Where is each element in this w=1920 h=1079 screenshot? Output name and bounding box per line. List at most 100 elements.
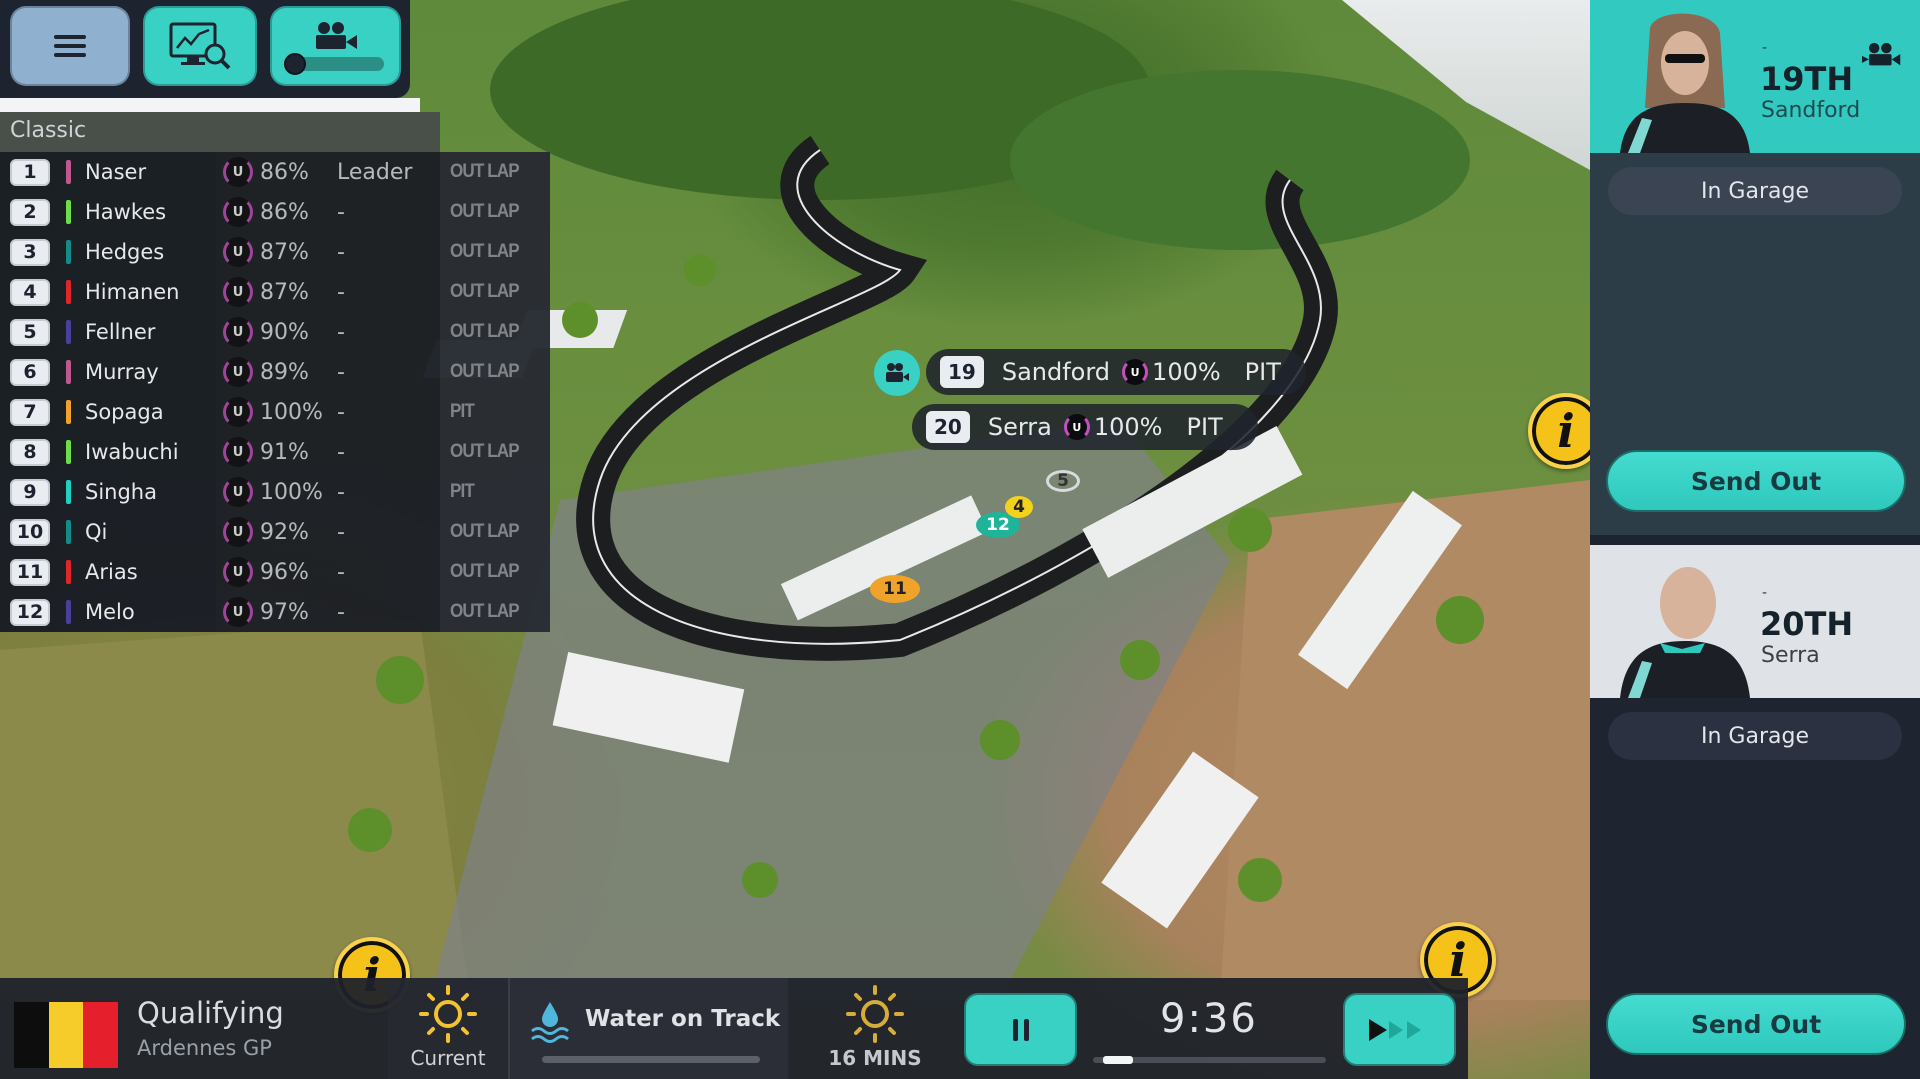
standings-row[interactable]: 10 Qi U 92% - OUT LAP — [0, 512, 550, 552]
lap-status: OUT LAP — [450, 441, 520, 462]
fast-forward-button[interactable] — [1343, 993, 1456, 1066]
lap-status: OUT LAP — [450, 521, 520, 542]
team-color-bar — [66, 240, 71, 264]
standings-row[interactable]: 9 Singha U 100% - PIT — [0, 472, 550, 512]
team-color-bar — [66, 480, 71, 504]
standings-row[interactable]: 2 Hawkes U 86% - OUT LAP — [0, 192, 550, 232]
lap-status: OUT LAP — [450, 201, 520, 222]
standings-row[interactable]: 11 Arias U 96% - OUT LAP — [0, 552, 550, 592]
tyre-compound-icon: U — [223, 557, 253, 587]
camera-zoom-slider[interactable] — [283, 53, 384, 75]
camera-button[interactable] — [270, 6, 401, 86]
monitor-chart-magnifier-icon — [169, 22, 231, 70]
send-out-button[interactable]: Send Out — [1606, 450, 1906, 512]
gap: - — [337, 599, 345, 625]
car-marker[interactable]: 11 — [870, 575, 920, 603]
tyre-condition: 91% — [260, 439, 309, 465]
session-name: Qualifying — [137, 996, 284, 1030]
driver-portrait — [1620, 13, 1750, 153]
car-number-badge: 20 — [926, 411, 970, 443]
standings-row[interactable]: 3 Hedges U 87% - OUT LAP — [0, 232, 550, 272]
driver-name: Hawkes — [85, 200, 167, 224]
position-badge: 1 — [10, 158, 50, 186]
driver-card-1: - 19TH Sandford In Garage Send Out — [1590, 0, 1920, 535]
tyre-compound-icon: U — [223, 517, 253, 547]
tyre-condition: 89% — [260, 359, 309, 385]
water-drop-waves-icon — [531, 1002, 569, 1043]
analysis-button[interactable] — [143, 6, 257, 86]
water-on-track-panel: Water on Track — [508, 978, 788, 1079]
hamburger-menu-icon — [54, 35, 86, 57]
position-badge: 7 — [10, 398, 50, 426]
tyre-condition: 86% — [260, 159, 309, 185]
tyre-compound-icon: U — [223, 437, 253, 467]
tree — [742, 862, 778, 898]
standings-rows: 1 Naser U 86% Leader OUT LAP 2 Hawkes U … — [0, 152, 550, 632]
session-progress-bar[interactable] — [1093, 1056, 1326, 1064]
slider-knob[interactable] — [283, 53, 306, 75]
gap: - — [337, 279, 345, 305]
tyre-compound-icon: U — [223, 237, 253, 267]
team-color-bar — [66, 600, 71, 624]
standings-row[interactable]: 6 Murray U 89% - OUT LAP — [0, 352, 550, 392]
tyre-compound-icon: U — [223, 357, 253, 387]
standings-row[interactable]: 4 Himanen U 87% - OUT LAP — [0, 272, 550, 312]
car-marker[interactable]: 5 — [1046, 470, 1080, 492]
driver-name: Naser — [85, 160, 147, 184]
tree — [1120, 640, 1160, 680]
tree — [1436, 596, 1484, 644]
tree — [348, 808, 392, 852]
driver-card-header: - 19TH Sandford — [1590, 0, 1920, 153]
video-camera-icon[interactable] — [1862, 40, 1902, 70]
weather-current-label: Current — [410, 1046, 486, 1070]
standings-row[interactable]: 1 Naser U 86% Leader OUT LAP — [0, 152, 550, 192]
standings-title: Classic — [0, 112, 440, 152]
gap: - — [337, 479, 345, 505]
pause-button[interactable] — [964, 993, 1077, 1066]
team-color-bar — [66, 360, 71, 384]
track-label-driver[interactable]: 20 Serra U 100% PIT — [912, 404, 1258, 450]
standings-row[interactable]: 12 Melo U 97% - OUT LAP — [0, 592, 550, 632]
standings-row[interactable]: 7 Sopaga U 100% - PIT — [0, 392, 550, 432]
camera-follow-badge[interactable] — [874, 350, 920, 396]
driver-name: Sopaga — [85, 400, 164, 424]
car-number: 11 — [883, 579, 907, 599]
driver-status: PIT — [1244, 358, 1281, 386]
tyre-condition: 100% — [1093, 413, 1163, 441]
car-marker[interactable]: 4 — [1005, 496, 1033, 518]
driver-name: Sandford — [1001, 358, 1111, 386]
progress-thumb[interactable] — [1103, 1056, 1134, 1064]
sun-icon — [419, 985, 477, 1043]
track-label-driver[interactable]: 19 Sandford U 100% PIT — [926, 349, 1306, 395]
position-badge: 8 — [10, 438, 50, 466]
video-camera-icon — [315, 22, 357, 49]
car-number: 5 — [1057, 471, 1069, 491]
driver-dash: - — [1762, 40, 1768, 56]
team-color-bar — [66, 200, 71, 224]
gap: - — [337, 559, 345, 585]
send-out-button[interactable]: Send Out — [1606, 993, 1906, 1055]
car-number: 4 — [1013, 497, 1025, 517]
driver-status-pill: In Garage — [1608, 167, 1902, 215]
standings-row[interactable]: 8 Iwabuchi U 91% - OUT LAP — [0, 432, 550, 472]
standings-row[interactable]: 5 Fellner U 90% - OUT LAP — [0, 312, 550, 352]
driver-status-pill: In Garage — [1608, 712, 1902, 760]
current-weather[interactable]: Current — [388, 978, 508, 1079]
team-color-bar — [66, 160, 71, 184]
lap-status: PIT — [450, 481, 475, 502]
menu-button[interactable] — [10, 6, 130, 86]
tyre-compound-icon: U — [223, 157, 253, 187]
fast-forward-icon — [1368, 1018, 1421, 1041]
track-name: Ardennes GP — [137, 1036, 272, 1060]
position-badge: 4 — [10, 278, 50, 306]
team-color-bar — [66, 520, 71, 544]
position-badge: 11 — [10, 558, 50, 586]
driver-name: Himanen — [85, 280, 180, 304]
flag-stripe — [83, 1002, 119, 1068]
tree — [376, 656, 424, 704]
tree — [1228, 508, 1272, 552]
weather-forecast[interactable]: 16 MINS — [800, 978, 950, 1079]
tyre-compound-icon: U — [223, 477, 253, 507]
position-badge: 6 — [10, 358, 50, 386]
flag-stripe — [48, 1002, 84, 1068]
